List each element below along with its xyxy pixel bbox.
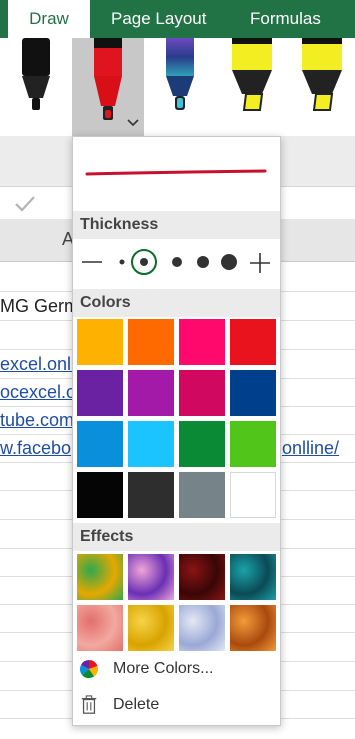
cell-link[interactable]: tube.com xyxy=(0,410,74,431)
lava-effect[interactable] xyxy=(179,554,225,600)
check-icon[interactable] xyxy=(14,195,36,213)
color-swatch[interactable] xyxy=(128,472,174,518)
black-pen-icon xyxy=(22,38,50,110)
thickness-option-4[interactable] xyxy=(193,248,213,276)
thickness-option-5[interactable] xyxy=(217,248,241,276)
pen-gallery xyxy=(0,38,355,137)
cell-link[interactable]: ocexcel.o xyxy=(0,382,76,403)
color-swatch[interactable] xyxy=(77,370,123,416)
yellow-highlighter-2-button[interactable] xyxy=(288,38,355,136)
galaxy-pen-icon xyxy=(166,38,194,110)
gold-effect[interactable] xyxy=(128,605,174,651)
color-swatch[interactable] xyxy=(179,421,225,467)
rainbow-effect[interactable] xyxy=(77,554,123,600)
bronze-effect[interactable] xyxy=(230,605,276,651)
thickness-option-3[interactable] xyxy=(167,248,187,276)
color-swatch[interactable] xyxy=(179,319,225,365)
delete-menu-item[interactable]: Delete xyxy=(73,689,280,721)
thickness-option-2-selected[interactable] xyxy=(129,248,159,276)
more-colors-menu-item[interactable]: More Colors... xyxy=(73,653,280,685)
minus-icon[interactable] xyxy=(81,252,103,272)
thickness-heading: Thickness xyxy=(73,211,280,239)
color-swatch[interactable] xyxy=(230,370,276,416)
effects-heading: Effects xyxy=(73,523,280,551)
color-wheel-icon xyxy=(79,660,99,679)
chevron-down-icon[interactable] xyxy=(126,117,140,131)
rose-gold-effect[interactable] xyxy=(77,605,123,651)
color-swatch[interactable] xyxy=(128,370,174,416)
galaxy-effect[interactable] xyxy=(128,554,174,600)
black-pen-button[interactable] xyxy=(0,38,72,136)
cell-link[interactable]: w.facebo xyxy=(0,438,71,459)
ocean-effect[interactable] xyxy=(230,554,276,600)
highlighter-icon xyxy=(302,38,342,111)
color-swatch[interactable] xyxy=(77,421,123,467)
color-swatch[interactable] xyxy=(77,472,123,518)
color-swatch[interactable] xyxy=(179,370,225,416)
ribbon-tab-bar: Draw Page Layout Formulas xyxy=(0,0,355,38)
pen-options-panel: Thickness Colors Effects More Colors... … xyxy=(72,136,281,726)
color-swatch[interactable] xyxy=(128,421,174,467)
color-swatch[interactable] xyxy=(230,421,276,467)
stroke-preview xyxy=(85,169,267,176)
trash-icon xyxy=(81,695,97,714)
galaxy-pen-button[interactable] xyxy=(144,38,216,136)
tab-formulas[interactable]: Formulas xyxy=(250,0,321,38)
plus-icon[interactable] xyxy=(249,252,271,274)
delete-label: Delete xyxy=(113,696,160,713)
cell-a1[interactable]: MG Germ xyxy=(0,296,79,317)
yellow-highlighter-button[interactable] xyxy=(216,38,288,136)
color-swatch[interactable] xyxy=(77,319,123,365)
thickness-option-1[interactable] xyxy=(117,248,127,276)
highlighter-icon xyxy=(232,38,272,111)
silver-effect[interactable] xyxy=(179,605,225,651)
color-swatch[interactable] xyxy=(128,319,174,365)
cell-link-overflow[interactable]: onlline/ xyxy=(282,438,339,459)
colors-heading: Colors xyxy=(73,289,280,317)
color-swatch[interactable] xyxy=(230,472,276,518)
tab-page-layout[interactable]: Page Layout xyxy=(111,0,206,38)
thickness-row xyxy=(73,242,280,282)
color-swatch[interactable] xyxy=(179,472,225,518)
more-colors-label: More Colors... xyxy=(113,660,214,677)
tab-draw[interactable]: Draw xyxy=(8,0,90,38)
color-swatch[interactable] xyxy=(230,319,276,365)
